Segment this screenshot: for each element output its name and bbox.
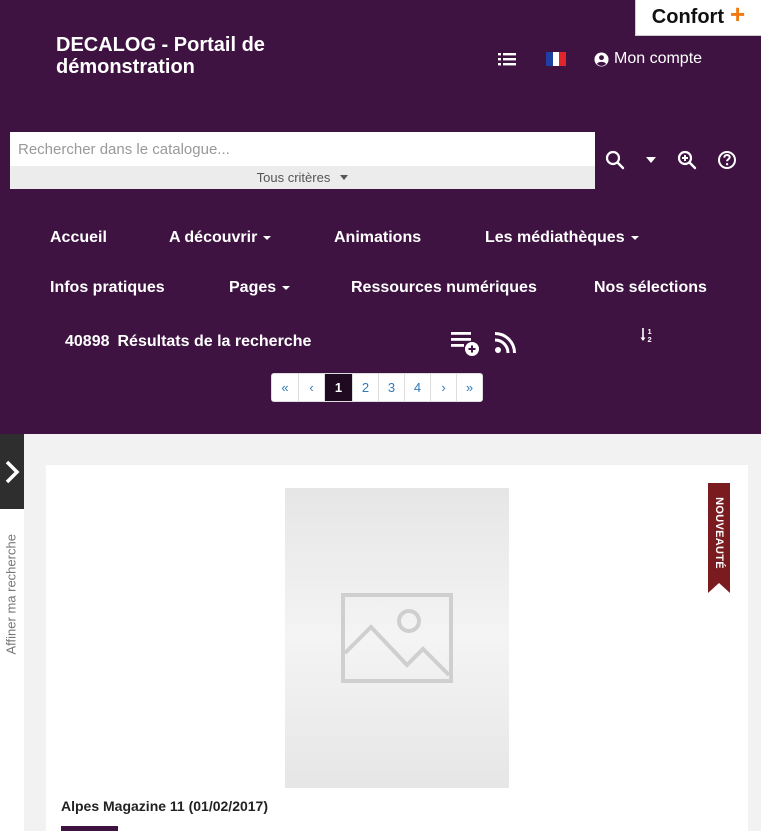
page-1[interactable]: 1 xyxy=(324,374,352,401)
svg-text:2: 2 xyxy=(648,335,652,344)
nav-item-nos-selections[interactable]: Nos sélections xyxy=(594,279,707,297)
page-4[interactable]: 4 xyxy=(404,374,430,401)
nav-item-label: Pages xyxy=(229,279,277,296)
sort-icon[interactable]: 1 2 xyxy=(640,326,654,344)
caret-down-icon xyxy=(646,157,656,163)
results-tools xyxy=(450,328,516,358)
page-last[interactable]: » xyxy=(456,374,482,401)
confort-button[interactable]: Confort + xyxy=(635,0,761,36)
search-icon xyxy=(605,150,625,170)
site-title[interactable]: DECALOG - Portail de démonstration xyxy=(56,34,356,78)
nav-item-accueil[interactable]: Accueil xyxy=(50,229,107,247)
account-label: Mon compte xyxy=(614,50,703,67)
list-icon[interactable] xyxy=(498,51,516,67)
nav-item-label: Animations xyxy=(334,229,422,246)
help-icon xyxy=(718,151,736,169)
new-badge-label: NOUVEAUTÉ xyxy=(713,497,726,569)
nav-item-label: Nos sélections xyxy=(594,279,707,296)
nav-item-label: Accueil xyxy=(50,229,107,246)
advanced-search-button[interactable] xyxy=(676,149,698,171)
nav-item-label: Les médiathèques xyxy=(485,229,625,246)
account-link[interactable]: Mon compte xyxy=(594,50,702,68)
help-button[interactable] xyxy=(716,149,738,171)
search-input[interactable] xyxy=(10,132,595,166)
nav-item-label: Ressources numériques xyxy=(351,279,537,296)
chevron-right-icon xyxy=(5,460,20,483)
caret-down-icon xyxy=(282,286,291,290)
add-to-list-icon[interactable] xyxy=(450,328,482,358)
refine-toggle[interactable] xyxy=(0,434,24,509)
page-2[interactable]: 2 xyxy=(352,374,378,401)
caret-down-icon xyxy=(263,236,272,240)
page-prev[interactable]: ‹ xyxy=(298,374,324,401)
plus-icon: + xyxy=(730,0,746,29)
results-label: Résultats de la recherche xyxy=(117,333,312,350)
zoom-in-icon xyxy=(677,150,697,170)
page-next[interactable]: › xyxy=(430,374,456,401)
search-button[interactable] xyxy=(604,149,626,171)
french-flag-icon[interactable] xyxy=(546,52,567,66)
chevron-down-icon xyxy=(340,175,349,180)
search-tools xyxy=(604,148,738,172)
doc-type-bar xyxy=(61,826,118,831)
nav-item-animations[interactable]: Animations xyxy=(334,229,421,247)
nav-item-label: A découvrir xyxy=(169,229,258,246)
caret-down-icon xyxy=(630,236,639,240)
nav-item-infos-pratiques[interactable]: Infos pratiques xyxy=(50,279,165,297)
header: Confort + DECALOG - Portail de démonstra… xyxy=(0,0,761,434)
nav-item-ressources-numeriques[interactable]: Ressources numériques xyxy=(351,279,537,297)
nav-item-les-mediatheques[interactable]: Les médiathèques xyxy=(485,229,639,247)
user-circle-icon xyxy=(594,51,609,67)
nav-item-label: Infos pratiques xyxy=(50,279,165,296)
nav-item-pages[interactable]: Pages xyxy=(229,279,291,297)
nav-item-a-decouvrir[interactable]: A découvrir xyxy=(169,229,272,247)
confort-label: Confort xyxy=(651,6,724,28)
search-box: Tous critères xyxy=(10,132,595,189)
top-bar: Mon compte xyxy=(498,48,702,70)
cover-image[interactable] xyxy=(285,488,509,788)
results-summary: 40898 Résultats de la recherche xyxy=(65,333,311,351)
search-options-toggle[interactable] xyxy=(640,149,662,171)
criteria-label: Tous critères xyxy=(256,170,331,185)
image-placeholder-icon xyxy=(341,593,453,683)
page-first[interactable]: « xyxy=(272,374,298,401)
page-3[interactable]: 3 xyxy=(378,374,404,401)
result-card: NOUVEAUTÉ Alpes Magazine 11 (01/02/2017) xyxy=(46,465,748,831)
rss-icon[interactable] xyxy=(494,332,516,354)
results-count: 40898 xyxy=(65,333,110,350)
result-title[interactable]: Alpes Magazine 11 (01/02/2017) xyxy=(61,798,268,814)
pagination: « ‹ 1 2 3 4 › » xyxy=(271,373,483,402)
refine-label[interactable]: Affiner ma recherche xyxy=(4,534,19,654)
new-badge-label-wrap: NOUVEAUTÉ xyxy=(708,483,730,583)
criteria-select[interactable]: Tous critères xyxy=(10,166,595,189)
